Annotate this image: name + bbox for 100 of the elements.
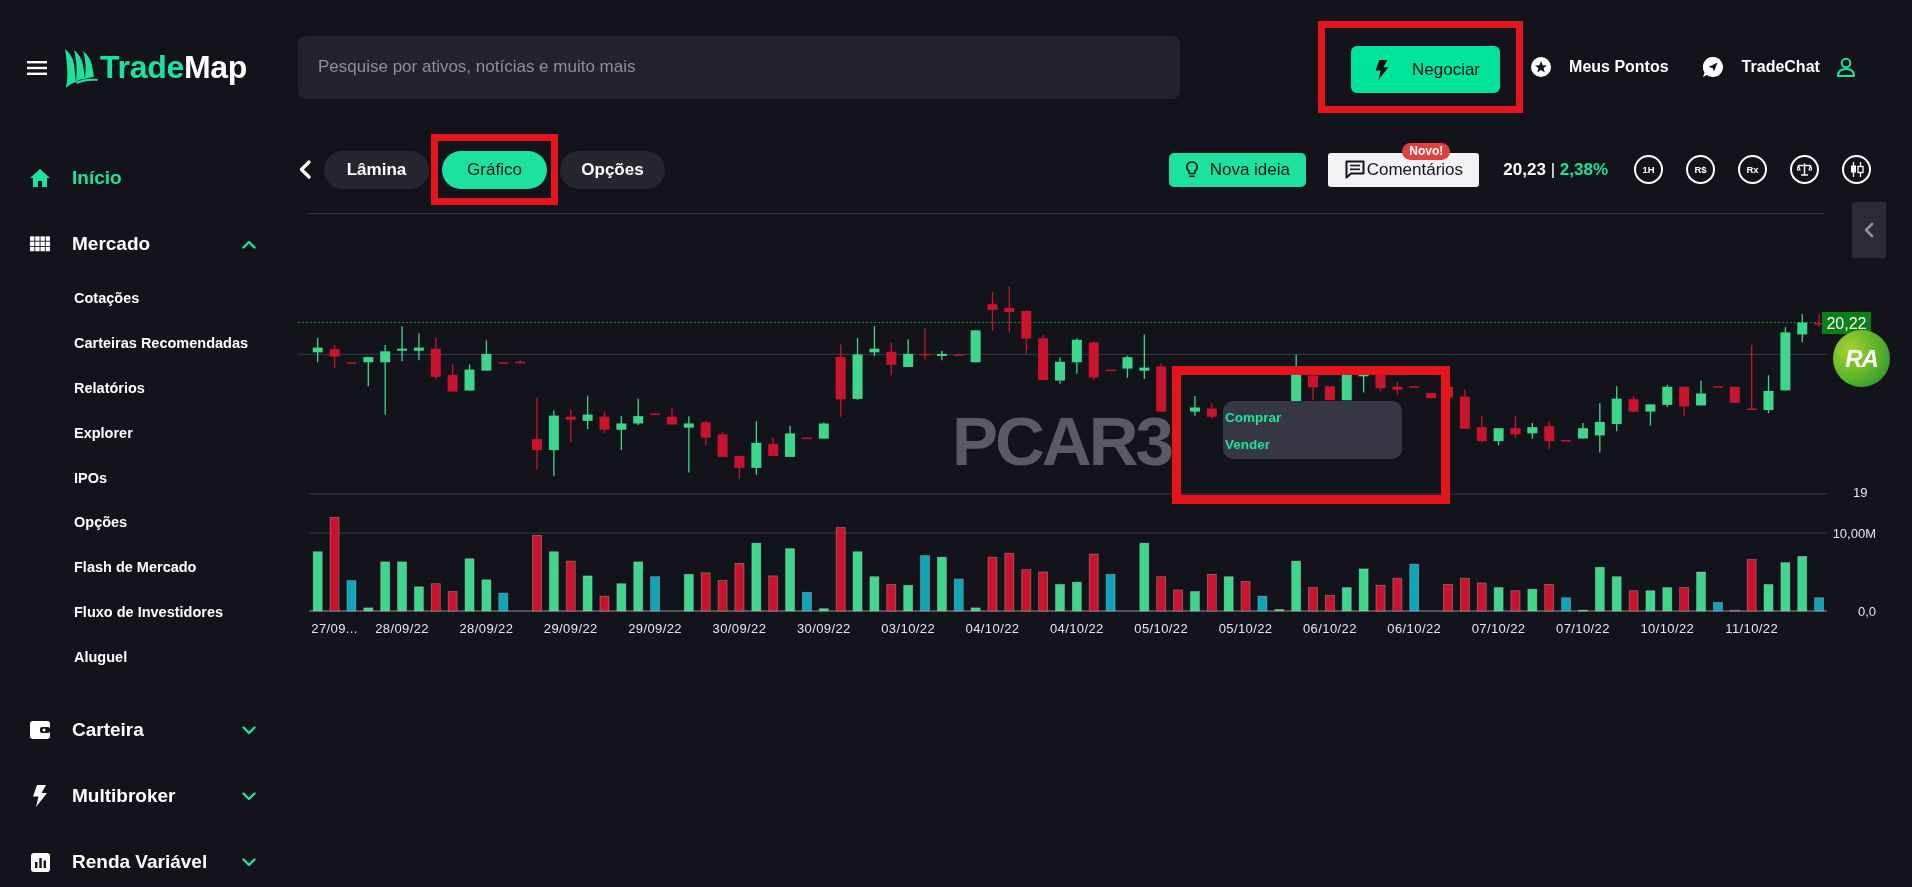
- volume-bar: [1679, 587, 1690, 612]
- date-label: 06/10/22: [1303, 621, 1357, 636]
- new-idea-button[interactable]: Nova ideia: [1169, 152, 1307, 187]
- submenu-item[interactable]: Cotações: [74, 276, 140, 321]
- volume-bar: [886, 584, 897, 612]
- volume-bar: [1308, 587, 1318, 612]
- volume-bar: [1611, 576, 1622, 612]
- chevron-down-icon[interactable]: [242, 857, 256, 867]
- date-label: 05/10/22: [1134, 621, 1189, 636]
- volume-bar: [1814, 597, 1825, 612]
- date-label: 10/10/22: [1640, 621, 1695, 636]
- sidebar-item[interactable]: Renda Variável: [30, 842, 256, 883]
- date-label: 03/10/22: [881, 621, 936, 636]
- volume-bar: [1173, 589, 1183, 612]
- chevron-up-icon[interactable]: [242, 239, 256, 249]
- submenu-item[interactable]: Opções: [74, 500, 128, 545]
- volume-bar: [953, 578, 964, 612]
- volume-bar: [616, 583, 627, 612]
- volume-bar: [1206, 573, 1217, 612]
- volume-bar: [1797, 556, 1808, 612]
- volume-bar: [751, 542, 762, 612]
- volume-bar: [1055, 584, 1065, 612]
- submenu-item[interactable]: Carteiras Recomendadas: [74, 320, 249, 366]
- submenu-item[interactable]: Aluguel: [74, 634, 128, 680]
- date-label: 29/09/22: [628, 621, 682, 636]
- chart-tool-button[interactable]: Rx: [1738, 155, 1767, 184]
- submenu-item[interactable]: Fluxo de Investidores: [74, 589, 224, 635]
- volume-bar: [1325, 595, 1335, 612]
- volume-bar: [582, 575, 593, 612]
- chart-tool-button[interactable]: [1842, 155, 1871, 184]
- trade-button[interactable]: Negociar: [1351, 46, 1501, 93]
- chat-link[interactable]: TradeChat: [1702, 55, 1820, 79]
- volume-bar: [1459, 577, 1470, 612]
- volume-bar: [1493, 587, 1504, 612]
- submenu-item[interactable]: Flash de Mercado: [74, 544, 197, 590]
- volume-bar: [1510, 590, 1521, 612]
- volume-bar: [970, 607, 981, 612]
- menu-item[interactable]: Vender: [1225, 431, 1271, 458]
- user-icon[interactable]: [1836, 57, 1855, 77]
- date-label: 07/10/22: [1471, 621, 1526, 636]
- submenu-item[interactable]: IPOs: [74, 455, 108, 500]
- back-icon[interactable]: [299, 160, 311, 179]
- sail-logo-icon: [64, 47, 98, 88]
- volume-bar: [363, 607, 374, 612]
- sidebar-item[interactable]: Mercado: [30, 224, 256, 264]
- volume-bar: [1341, 587, 1352, 612]
- candlestick-icon: [1849, 162, 1864, 177]
- volume-bar: [549, 551, 559, 612]
- volume-bar: [869, 576, 880, 612]
- volume-bar: [1578, 609, 1588, 612]
- volume-bar: [700, 572, 711, 612]
- date-label: 05/10/22: [1218, 621, 1273, 636]
- volume-bar: [312, 551, 323, 612]
- sidebar-item[interactable]: Multibroker: [30, 776, 256, 817]
- collapse-panel-button[interactable]: [1852, 202, 1886, 258]
- ticker-label: PCAR3: [952, 403, 1171, 480]
- last-price-tag: 20,22: [1822, 312, 1871, 334]
- volume-bar: [599, 595, 610, 612]
- menu-item[interactable]: Comprar: [1225, 404, 1282, 431]
- submenu-item[interactable]: Relatórios: [74, 365, 145, 411]
- date-label: 30/09/22: [796, 621, 851, 636]
- sidebar-item[interactable]: Carteira: [30, 710, 256, 751]
- volume-bar: [430, 583, 441, 612]
- volume-bar: [1358, 568, 1369, 612]
- volume-bar: [1476, 582, 1487, 612]
- volume-bar: [734, 563, 745, 612]
- volume-bar: [785, 548, 795, 612]
- date-label: 07/10/22: [1556, 621, 1610, 636]
- tab[interactable]: Opções: [560, 150, 665, 189]
- chevron-down-icon[interactable]: [242, 725, 256, 735]
- date-label: 04/10/22: [965, 621, 1020, 636]
- price-change: 2,38%: [1559, 159, 1608, 179]
- volume-bar: [1392, 577, 1403, 612]
- tab[interactable]: Lâmina: [324, 150, 429, 189]
- menu-icon[interactable]: [27, 60, 47, 75]
- date-label: 28/09/22: [459, 621, 514, 636]
- lightning-bolt-icon: [33, 785, 47, 808]
- points-link[interactable]: Meus Pontos: [1531, 55, 1669, 79]
- chart-tool-button[interactable]: 1H: [1634, 155, 1663, 184]
- comment-icon: [1344, 160, 1365, 179]
- volume-bar: [1628, 590, 1639, 612]
- search-field[interactable]: Pesquise por ativos, notícias e muito mais: [298, 35, 1180, 99]
- chart-tool-button[interactable]: [1790, 155, 1819, 184]
- grid-icon: [30, 236, 50, 252]
- chart-tool-button[interactable]: R$: [1686, 155, 1715, 184]
- volume-bar: [447, 591, 458, 612]
- volume-bar: [852, 551, 863, 612]
- volume-bar: [1561, 597, 1571, 612]
- volume-bar: [1713, 602, 1723, 612]
- volume-bar: [1004, 552, 1015, 612]
- sidebar-item[interactable]: Início: [30, 158, 256, 198]
- volume-bar: [1780, 562, 1791, 612]
- volume-bar: [1409, 563, 1420, 612]
- volume-bar: [565, 560, 576, 612]
- tab[interactable]: Gráfico: [442, 151, 547, 189]
- submenu-item[interactable]: Explorer: [74, 410, 133, 456]
- volume-bar: [397, 561, 407, 612]
- chevron-down-icon[interactable]: [242, 791, 256, 801]
- volume-bar: [920, 555, 930, 612]
- volume-bar: [1291, 560, 1302, 612]
